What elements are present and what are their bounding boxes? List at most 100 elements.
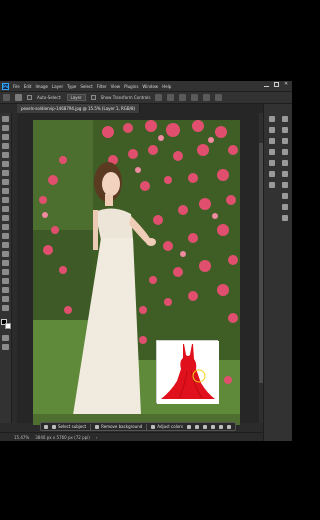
history-brush-tool-icon[interactable] — [2, 206, 9, 212]
red-dress-image — [157, 341, 219, 404]
maximize-icon[interactable] — [274, 82, 279, 87]
window-controls: ✕ — [264, 82, 289, 87]
swatches-panel-icon[interactable] — [282, 127, 288, 133]
align-left-icon[interactable] — [155, 94, 163, 101]
character-panel-icon[interactable] — [269, 171, 275, 177]
taskbar-more-icon[interactable] — [227, 424, 231, 429]
tools-panel — [0, 113, 12, 423]
brushes-panel-icon[interactable] — [269, 149, 275, 155]
learn-panel-icon[interactable] — [282, 182, 288, 188]
menu-help[interactable]: Help — [162, 84, 171, 89]
eraser-tool-icon[interactable] — [2, 215, 9, 221]
align-right-icon[interactable] — [179, 94, 187, 101]
blur-tool-icon[interactable] — [2, 233, 9, 239]
more-tools-icon[interactable] — [2, 305, 9, 311]
home-icon[interactable] — [3, 94, 10, 101]
eyedropper-tool-icon[interactable] — [2, 170, 9, 176]
menu-type[interactable]: Type — [67, 84, 76, 89]
dress-cutout-layer[interactable] — [156, 340, 219, 404]
gradients-panel-icon[interactable] — [282, 138, 288, 144]
select-subject-icon — [52, 424, 56, 429]
patterns-panel-icon[interactable] — [282, 149, 288, 155]
photoshop-logo: Ps — [2, 82, 9, 90]
color-panel-icon[interactable] — [282, 116, 288, 122]
rectangle-tool-icon[interactable] — [2, 278, 9, 284]
align-center-icon[interactable] — [167, 94, 175, 101]
paths-panel-icon[interactable] — [282, 215, 288, 221]
quick-mask-icon[interactable] — [2, 335, 9, 341]
crop-tool-icon[interactable] — [2, 152, 9, 158]
auto-select-checkbox[interactable] — [27, 95, 32, 100]
taskbar-divider — [90, 423, 92, 430]
channels-panel-icon[interactable] — [282, 204, 288, 210]
move-tool-icon[interactable] — [15, 94, 22, 101]
filter-icon[interactable] — [219, 424, 223, 429]
show-transform-checkbox[interactable] — [90, 95, 96, 100]
select-subject-button[interactable]: Select subject — [52, 424, 86, 429]
marquee-tool-icon[interactable] — [2, 125, 9, 131]
zoom-tool-icon[interactable] — [2, 296, 9, 302]
minimize-icon[interactable] — [264, 82, 269, 87]
close-icon[interactable]: ✕ — [284, 82, 289, 87]
menu-edit[interactable]: Edit — [24, 84, 32, 89]
glyphs-panel-icon[interactable] — [269, 182, 275, 188]
more-options-icon[interactable] — [215, 94, 223, 101]
menu-layer[interactable]: Layer — [52, 84, 63, 89]
status-arrow-icon[interactable]: › — [96, 435, 98, 440]
move-tool-icon[interactable] — [2, 116, 9, 122]
color-swatches[interactable] — [0, 319, 11, 329]
lasso-tool-icon[interactable] — [2, 134, 9, 140]
menu-filter[interactable]: Filter — [97, 84, 107, 89]
menu-plugins[interactable]: Plugins — [124, 84, 138, 89]
remove-background-icon — [95, 424, 100, 429]
show-transform-label: Show Transform Controls — [100, 95, 151, 100]
menu-window[interactable]: Window — [142, 84, 158, 89]
adjust-colors-button[interactable]: Adjust colors — [151, 424, 183, 429]
adjust-colors-label: Adjust colors — [157, 424, 183, 429]
adjustment-layer-icon[interactable] — [211, 424, 215, 429]
brush-tool-icon[interactable] — [2, 188, 9, 194]
libraries-panel-icon[interactable] — [282, 171, 288, 177]
zoom-level[interactable]: 15.47% — [14, 435, 29, 440]
menu-image[interactable]: Image — [35, 84, 48, 89]
menu-select[interactable]: Select — [80, 84, 92, 89]
type-tool-icon[interactable] — [2, 260, 9, 266]
align-top-icon[interactable] — [191, 94, 199, 101]
panel-icons-column-1 — [267, 116, 277, 193]
document-size: 3840 px x 5760 px (72 ppi) — [35, 434, 90, 440]
paragraph-panel-icon[interactable] — [269, 160, 275, 166]
drag-handle-icon[interactable] — [44, 424, 48, 429]
dodge-tool-icon[interactable] — [2, 242, 9, 248]
history-panel-icon[interactable] — [269, 116, 275, 122]
layers-panel-icon[interactable] — [282, 193, 288, 199]
adjust-colors-icon — [151, 424, 156, 429]
menu-view[interactable]: View — [111, 84, 121, 89]
pen-tool-icon[interactable] — [2, 251, 9, 257]
gradient-tool-icon[interactable] — [2, 224, 9, 230]
document-tab[interactable]: pexels-soldiervip-1468794.jpg @ 15.5% (L… — [17, 104, 141, 113]
transform-icon[interactable] — [195, 424, 199, 429]
hand-tool-icon[interactable] — [2, 287, 9, 293]
clone-stamp-tool-icon[interactable] — [2, 197, 9, 203]
healing-brush-tool-icon[interactable] — [2, 179, 9, 185]
path-selection-tool-icon[interactable] — [2, 269, 9, 275]
screen-mode-icon[interactable] — [2, 344, 9, 350]
status-bar: 15.47% 3840 px x 5760 px (72 ppi) › — [0, 432, 263, 441]
distribute-icon[interactable] — [203, 94, 211, 101]
select-subject-label: Select subject — [58, 424, 87, 429]
mask-icon[interactable] — [187, 424, 191, 429]
options-bar: Auto-Select: Layer Show Transform Contro… — [0, 91, 292, 104]
properties-panel-icon[interactable] — [269, 127, 275, 133]
adjustments-panel-icon[interactable] — [282, 160, 288, 166]
document-tab-bar: pexels-soldiervip-1468794.jpg @ 15.5% (L… — [17, 104, 263, 113]
menu-file[interactable]: File — [13, 84, 20, 89]
remove-background-button[interactable]: Remove background — [95, 424, 142, 429]
background-color-swatch[interactable] — [4, 323, 11, 329]
object-selection-tool-icon[interactable] — [2, 143, 9, 149]
brush-settings-panel-icon[interactable] — [269, 138, 275, 144]
fill-icon[interactable] — [203, 424, 207, 429]
frame-tool-icon[interactable] — [2, 161, 9, 167]
taskbar-divider — [146, 423, 148, 430]
right-panel-dock — [263, 104, 292, 441]
auto-select-dropdown[interactable]: Layer — [66, 94, 86, 101]
